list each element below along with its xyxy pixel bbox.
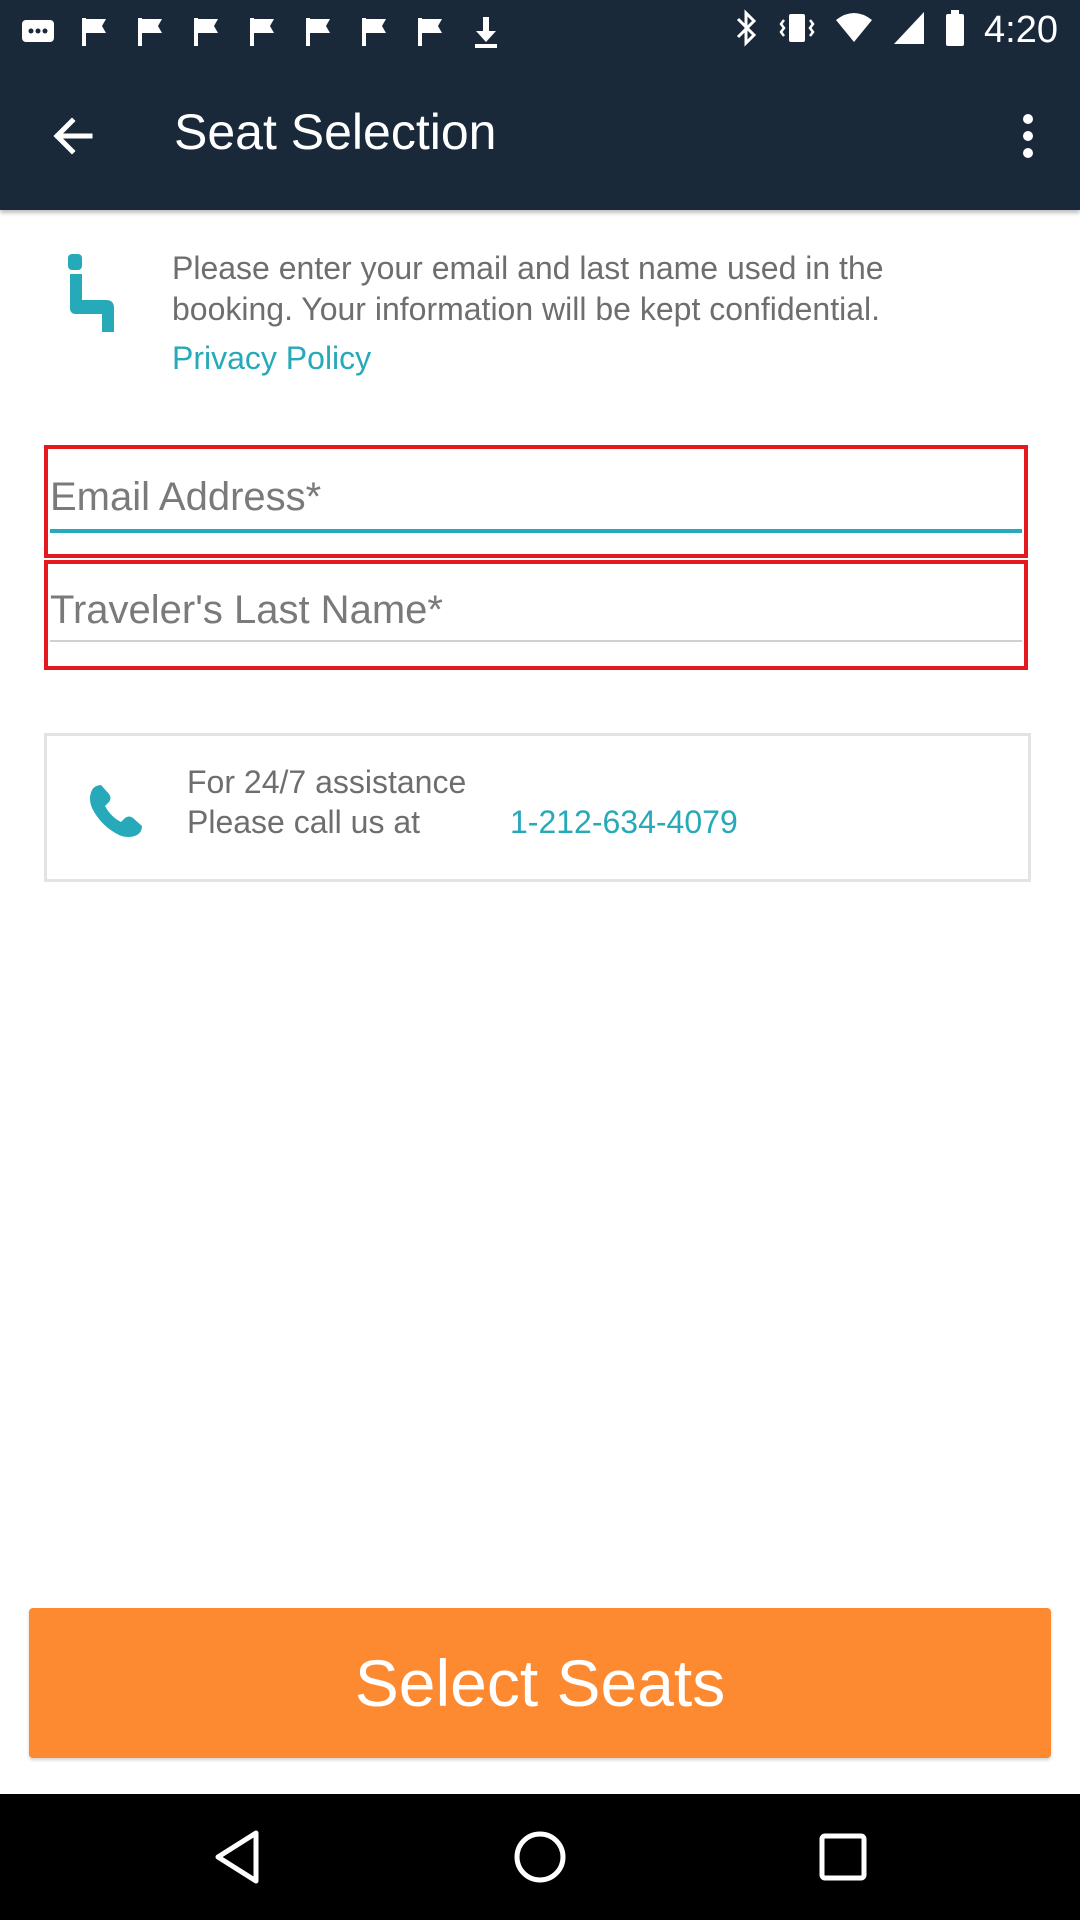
assistance-card: For 24/7 assistance Please call us at 1-…	[44, 733, 1031, 882]
flag-icon	[300, 14, 336, 50]
more-options-button[interactable]	[1004, 103, 1052, 169]
nav-home-button[interactable]	[505, 1822, 575, 1892]
email-field[interactable]	[50, 473, 1022, 521]
flag-icon	[132, 14, 168, 50]
status-bar: 4:20	[0, 0, 1080, 63]
info-section: Please enter your email and last name us…	[0, 240, 1080, 390]
download-icon	[468, 14, 504, 50]
assistance-phone-link[interactable]: 1-212-634-4079	[510, 804, 738, 841]
chat-icon	[20, 14, 56, 50]
last-name-field-underline	[50, 640, 1022, 642]
nav-back-button[interactable]	[202, 1822, 272, 1892]
notification-icons	[20, 14, 504, 50]
assistance-text-line1: For 24/7 assistance	[187, 764, 467, 800]
more-vert-icon	[1023, 114, 1033, 158]
assistance-text-line2: Please call us at	[187, 804, 421, 840]
phone-icon	[87, 782, 145, 840]
arrow-left-icon	[53, 117, 93, 155]
signal-icon	[892, 8, 926, 53]
page-title: Seat Selection	[174, 104, 497, 160]
status-time: 4:20	[984, 9, 1058, 51]
privacy-policy-link[interactable]: Privacy Policy	[172, 340, 371, 377]
nav-recents-icon	[819, 1833, 867, 1881]
system-status-icons: 4:20	[732, 8, 1058, 53]
bluetooth-icon	[732, 8, 760, 53]
back-button[interactable]	[40, 103, 106, 169]
info-text: Please enter your email and last name us…	[172, 250, 884, 327]
seat-icon	[62, 252, 118, 334]
nav-back-icon	[215, 1830, 259, 1884]
system-nav-bar	[0, 1794, 1080, 1920]
nav-home-icon	[514, 1831, 566, 1883]
flag-icon	[76, 14, 112, 50]
email-field-underline	[50, 529, 1022, 533]
nav-recents-button[interactable]	[808, 1822, 878, 1892]
wifi-icon	[834, 8, 874, 53]
flag-icon	[244, 14, 280, 50]
flag-icon	[356, 14, 392, 50]
flag-icon	[412, 14, 448, 50]
select-seats-button[interactable]: Select Seats	[29, 1608, 1051, 1758]
vibrate-icon	[778, 8, 816, 53]
last-name-field-container	[44, 560, 1028, 670]
battery-icon	[944, 8, 966, 53]
flag-icon	[188, 14, 224, 50]
last-name-field[interactable]	[50, 586, 1022, 634]
app-toolbar: Seat Selection	[0, 63, 1080, 210]
email-field-container	[44, 445, 1028, 558]
